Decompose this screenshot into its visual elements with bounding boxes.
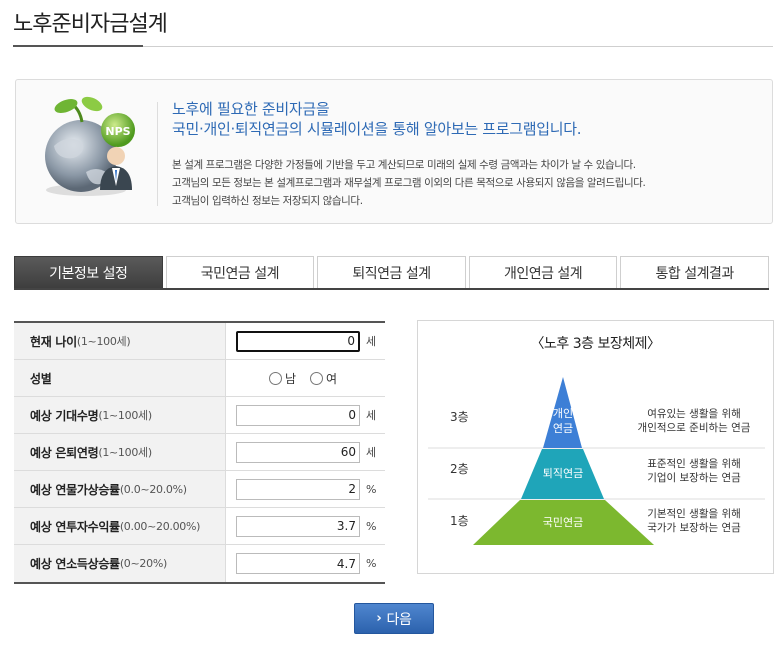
life-expectancy-value-cell: 세 xyxy=(226,397,385,433)
income-growth-label-text: 예상 연소득상승률 xyxy=(30,557,120,571)
investment-range: (0.00~20.00%) xyxy=(119,519,201,533)
tier-1-desc-line-2: 국가가 보장하는 연금 xyxy=(647,521,741,534)
form-row-investment: 예상 연투자수익률(0.00~20.00%) % xyxy=(14,508,385,545)
income-growth-label: 예상 연소득상승률 (0~20%) xyxy=(14,545,226,582)
investment-value-cell: % xyxy=(226,508,385,544)
next-button-label: 다음 xyxy=(386,611,412,628)
gender-female-option[interactable]: 여 xyxy=(310,370,337,387)
male-radio[interactable] xyxy=(269,371,282,385)
retire-age-label-text: 예상 은퇴연령 xyxy=(30,445,99,460)
form-row-inflation: 예상 연물가상승률(0.0~20.0%) % xyxy=(14,471,385,508)
tier-1-level: 1층 xyxy=(450,514,469,528)
gender-value-cell: 남 여 xyxy=(226,360,385,396)
investment-unit: % xyxy=(366,519,377,533)
pension-pyramid-panel: 〈노후 3층 보장체제〉 3층 2층 1층 개인 연금 퇴직연금 국민연금 여유… xyxy=(417,320,774,574)
intro-description: 본 설계 프로그램은 다양한 가정들에 기반을 두고 계산되므로 미래의 실제 … xyxy=(172,156,646,210)
gender-radio-group: 남 여 xyxy=(269,370,337,387)
tab-national-pension[interactable]: 국민연금 설계 xyxy=(165,256,315,289)
form-row-age: 현재 나이(1~100세) 세 xyxy=(14,323,385,360)
tab-retirement-pension[interactable]: 퇴직연금 설계 xyxy=(317,256,466,289)
headline-line-2: 국민·개인·퇴직연금의 시뮬레이션을 통해 알아보는 프로그램입니다. xyxy=(172,120,582,138)
age-range: (1~100세) xyxy=(76,335,131,348)
tab-bar: 기본정보 설정 국민연금 설계 퇴직연금 설계 개인연금 설계 통합 설계결과 xyxy=(14,256,769,289)
intro-headline: 노후에 필요한 준비자금을 국민·개인·퇴직연금의 시뮬레이션을 통해 알아보는… xyxy=(172,99,582,139)
age-label-text: 현재 나이 xyxy=(30,334,77,349)
female-label: 여 xyxy=(326,371,338,386)
tier-3-desc-line-1: 여유있는 생활을 위해 xyxy=(647,407,741,420)
description-line-3: 고객님이 입력하신 정보는 저장되지 않습니다. xyxy=(172,195,363,207)
tier-2-desc-line-2: 기업이 보장하는 연금 xyxy=(647,471,741,484)
inflation-value-cell: % xyxy=(226,471,385,507)
life-expectancy-label-text: 예상 기대수명 xyxy=(30,408,99,423)
life-expectancy-input[interactable] xyxy=(236,404,360,426)
investment-label-text: 예상 연투자수익률 xyxy=(30,519,120,534)
title-divider xyxy=(13,45,773,47)
gender-label-text: 성별 xyxy=(30,371,52,386)
male-label: 남 xyxy=(285,371,297,386)
pyramid-diagram: 3층 2층 1층 개인 연금 퇴직연금 국민연금 여유있는 생활을 위해 개인적… xyxy=(428,377,765,545)
tier-3-name-line-1: 개인 xyxy=(553,407,573,420)
age-unit: 세 xyxy=(366,335,377,348)
tier-2-name: 퇴직연금 xyxy=(543,467,583,480)
description-line-1: 본 설계 프로그램은 다양한 가정들에 기반을 두고 계산되므로 미래의 실제 … xyxy=(172,159,636,171)
income-growth-unit: % xyxy=(366,557,377,570)
intro-divider xyxy=(157,102,158,206)
description-line-2: 고객님의 모든 정보는 본 설계프로그램과 재무설계 프로그램 이외의 다른 목… xyxy=(172,177,646,189)
life-expectancy-label: 예상 기대수명 (1~100세) xyxy=(14,397,226,433)
tier-3-name-line-2: 연금 xyxy=(553,422,573,435)
age-input[interactable] xyxy=(236,330,360,352)
investment-input[interactable] xyxy=(236,515,360,537)
inflation-label: 예상 연물가상승률 (0.0~20.0%) xyxy=(14,471,226,507)
headline-line-1: 노후에 필요한 준비자금을 xyxy=(172,100,330,118)
age-label: 현재 나이 (1~100세) xyxy=(14,323,226,359)
retire-age-label: 예상 은퇴연령 (1~100세) xyxy=(14,434,226,470)
income-growth-range: (0~20%) xyxy=(119,557,167,570)
inflation-unit: % xyxy=(366,482,377,496)
income-growth-value-cell: % xyxy=(226,545,385,582)
age-value-cell: 세 xyxy=(226,323,385,359)
form-row-life-expectancy: 예상 기대수명(1~100세) 세 xyxy=(14,397,385,434)
income-growth-input[interactable] xyxy=(236,553,360,574)
investment-label: 예상 연투자수익률 (0.00~20.00%) xyxy=(14,508,226,544)
retire-age-unit: 세 xyxy=(366,446,377,459)
inflation-label-text: 예상 연물가상승률 xyxy=(30,482,120,497)
globe-nps-illustration-icon: NPS xyxy=(45,96,135,196)
gender-male-option[interactable]: 남 xyxy=(269,370,296,387)
intro-panel: NPS 노후에 필요한 준비자금을 국민·개인·퇴직연금의 시뮬레이션을 통해 … xyxy=(15,79,773,224)
tier-3-desc-line-2: 개인적으로 준비하는 연금 xyxy=(638,421,751,434)
retire-age-range: (1~100세) xyxy=(98,446,152,459)
form-row-income-growth: 예상 연소득상승률(0~20%) % xyxy=(14,545,385,582)
tab-underline xyxy=(14,288,769,290)
life-expectancy-unit: 세 xyxy=(366,409,377,422)
life-expectancy-range: (1~100세) xyxy=(98,409,152,422)
tier-1-desc-line-1: 기본적인 생활을 위해 xyxy=(647,507,741,520)
next-button[interactable]: › 다음 xyxy=(354,603,434,634)
chevron-right-icon: › xyxy=(376,611,382,626)
tier-2-desc-line-1: 표준적인 생활을 위해 xyxy=(647,457,741,470)
page-title: 노후준비자금설계 xyxy=(13,12,168,37)
svg-text:NPS: NPS xyxy=(105,125,130,138)
form-row-gender: 성별 남 여 xyxy=(14,360,385,397)
tier-2-level: 2층 xyxy=(450,462,469,476)
tier-3-level: 3층 xyxy=(450,410,469,424)
tier-1-name: 국민연금 xyxy=(543,516,583,529)
tab-combined-result[interactable]: 통합 설계결과 xyxy=(620,256,769,289)
form-row-retire-age: 예상 은퇴연령(1~100세) 세 xyxy=(14,434,385,471)
tab-basic-info[interactable]: 기본정보 설정 xyxy=(14,256,163,289)
female-radio[interactable] xyxy=(310,371,324,385)
tab-personal-pension[interactable]: 개인연금 설계 xyxy=(468,256,618,289)
basic-info-form: 현재 나이(1~100세) 세 성별 남 여 예상 기대수명( xyxy=(14,321,385,584)
gender-label: 성별 xyxy=(14,360,226,396)
inflation-input[interactable] xyxy=(236,478,360,500)
retire-age-input[interactable] xyxy=(236,441,360,463)
inflation-range: (0.0~20.0%) xyxy=(119,482,187,496)
retire-age-value-cell: 세 xyxy=(226,434,385,470)
